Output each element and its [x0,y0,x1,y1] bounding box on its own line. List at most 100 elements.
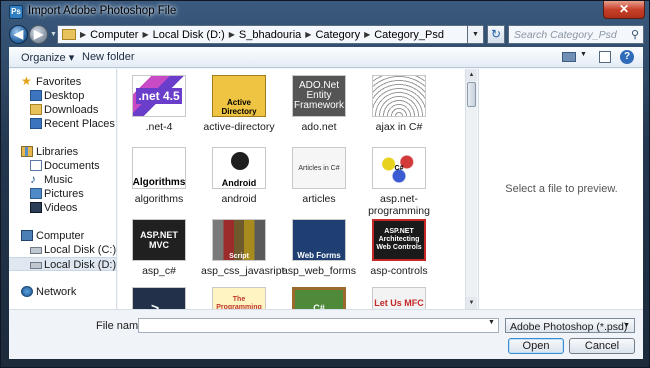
file-name-input[interactable] [138,318,499,333]
new-folder-button[interactable]: New folder [82,51,135,63]
file-list-scrollbar[interactable]: ▲ ▼ [465,69,477,309]
help-icon[interactable]: ? [620,50,634,64]
search-input[interactable]: Search Category_Psd ⚲ [508,25,644,44]
file-item[interactable]: Algorithms algorithms [121,141,197,213]
breadcrumb-separator[interactable]: ▶ [229,30,235,39]
organize-button[interactable]: Organize ▾ [21,51,74,64]
file-thumbnail: The Programming Language C# [212,287,266,309]
breadcrumb-separator[interactable]: ▶ [142,30,148,39]
nav-libraries[interactable]: Libraries [9,145,116,159]
file-name: active-directory [203,121,275,133]
view-options-dropdown[interactable]: ▼ [580,51,587,58]
file-list: .net 4.5 .net-4 Active Directory active-… [118,69,465,309]
breadcrumb-separator[interactable]: ▶ [364,30,370,39]
nav-item-documents[interactable]: Documents [9,159,116,173]
forward-button[interactable]: ▶ [29,25,48,44]
file-name: ajax in C# [375,121,423,133]
scroll-up-button[interactable]: ▲ [466,69,477,81]
file-item[interactable]: ASP.NET MVC asp_c# [121,213,197,285]
scroll-thumb[interactable] [467,82,476,107]
scroll-down-button[interactable]: ▼ [466,297,477,309]
file-item[interactable]: Web Forms asp_web_forms [281,213,357,285]
nav-item-local-disk-c[interactable]: Local Disk (C:) [9,243,116,257]
breadcrumb-separator[interactable]: ▶ [305,30,311,39]
nav-network[interactable]: Network [9,285,116,299]
preview-pane: Select a file to preview. [478,69,643,309]
file-item[interactable]: ADO.Net Entity Framework ado.net [281,69,357,141]
file-name: android [221,193,257,205]
breadcrumb-category-psd[interactable]: Category_Psd [374,29,444,41]
star-icon: ★ [21,74,32,88]
address-history-dropdown[interactable]: ▼ [468,25,484,44]
file-item[interactable]: .net 4.5 .net-4 [121,69,197,141]
file-item[interactable]: >_ [121,281,197,309]
nav-computer[interactable]: Computer [9,229,116,243]
network-icon [21,286,33,297]
file-item[interactable]: ajax in C# [361,69,437,141]
nav-item-desktop[interactable]: Desktop [9,89,116,103]
file-item[interactable]: Let Us MFC C++ [361,281,437,309]
breadcrumb-separator[interactable]: ▶ [80,30,86,39]
file-item[interactable]: ASP.NET Architecting Web Controls asp-co… [361,213,437,285]
address-bar[interactable]: ▶ Computer ▶ Local Disk (D:) ▶ S_bhadour… [57,25,468,44]
videos-icon [30,202,42,213]
nav-item-pictures[interactable]: Pictures [9,187,116,201]
android-robot-icon [231,152,249,170]
nav-label: Music [44,174,73,186]
computer-icon [21,230,33,241]
file-item[interactable]: Active Directory active-directory [201,69,277,141]
folder-icon [62,29,76,40]
file-thumbnail: >_ [132,287,186,309]
breadcrumb-computer[interactable]: Computer [90,29,138,41]
music-icon: ♪ [30,172,36,186]
nav-label: Documents [44,160,100,172]
breadcrumb-local-disk-d[interactable]: Local Disk (D:) [153,29,225,41]
open-button[interactable]: Open [508,338,564,354]
file-item[interactable]: Script asp_css_javasript [201,213,284,285]
navigation-pane: ★ Favorites Desktop Downloads Recent Pla… [9,69,117,309]
file-name: algorithms [134,193,184,205]
file-type-select[interactable]: Adobe Photoshop (*.psd) ▼ [505,318,635,333]
import-dialog: Ps Import Adobe Photoshop File ✕ ◀ ▶ ▼ ▶… [0,0,650,368]
file-thumbnail: Algorithms [132,147,186,189]
nav-label: Desktop [44,90,85,102]
breadcrumb-category[interactable]: Category [315,29,360,41]
file-name: ado.net [301,121,337,133]
refresh-button[interactable]: ↻ [487,25,505,44]
file-item[interactable]: The Programming Language C# [201,281,277,309]
nav-item-music[interactable]: ♪ Music [9,172,116,187]
search-placeholder: Search Category_Psd [514,29,617,41]
nav-item-local-disk-d[interactable]: Local Disk (D:) [9,257,116,271]
file-item[interactable]: Articles in C# articles [281,141,357,213]
photoshop-app-icon: Ps [9,5,23,19]
nav-item-videos[interactable]: Videos [9,201,116,215]
nav-favorites[interactable]: ★ Favorites [9,74,116,89]
file-name-history-dropdown[interactable]: ▼ [488,319,495,326]
documents-icon [30,160,42,171]
nav-item-downloads[interactable]: Downloads [9,103,116,117]
nav-label: Videos [44,202,78,214]
nav-label: Libraries [36,146,79,158]
preview-pane-toggle-icon[interactable] [599,51,611,63]
file-thumbnail [372,75,426,117]
file-thumbnail: ASP.NET MVC [132,219,186,261]
change-view-icon[interactable] [562,52,576,62]
file-thumbnail: Web Forms [292,219,346,261]
recent-locations-dropdown[interactable]: ▼ [50,31,57,38]
file-selection-footer: File name: ▼ Adobe Photoshop (*.psd) ▼ O… [9,309,643,359]
breadcrumb-s-bhadouria[interactable]: S_bhadouria [239,29,301,41]
file-thumbnail: Active Directory [212,75,266,117]
file-thumbnail: Android [212,147,266,189]
search-icon[interactable]: ⚲ [631,28,639,41]
back-button[interactable]: ◀ [9,25,28,44]
command-toolbar: Organize ▾ New folder ▼ ? [9,47,643,68]
file-item[interactable]: Android android [201,141,277,213]
nav-item-recent-places[interactable]: Recent Places [9,117,116,131]
file-item[interactable]: C# asp.net-programming [361,141,437,217]
cancel-button[interactable]: Cancel [569,338,635,354]
pictures-icon [30,188,42,199]
close-button[interactable]: ✕ [603,1,645,19]
file-item[interactable]: C# [281,281,357,309]
file-thumbnail: ADO.Net Entity Framework [292,75,346,117]
title-bar[interactable]: Ps Import Adobe Photoshop File ✕ [1,1,649,23]
